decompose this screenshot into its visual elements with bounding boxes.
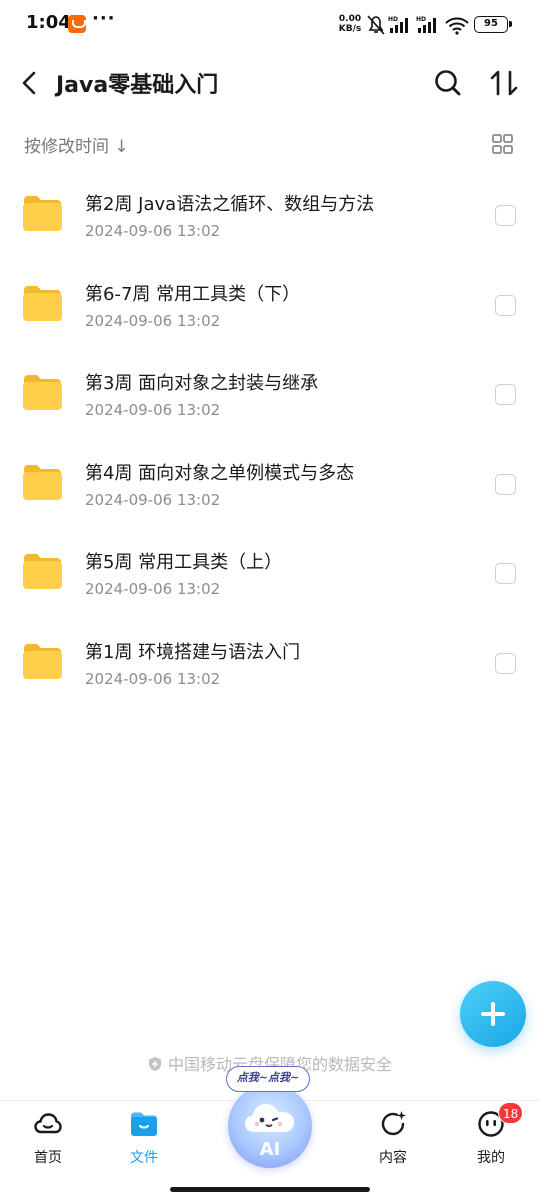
notification-badge: 18 (498, 1102, 524, 1124)
list-item[interactable]: 第6-7周 常用工具类（下） 2024-09-06 13:02 (0, 260, 540, 350)
file-name: 第5周 常用工具类（上） (85, 552, 283, 573)
select-checkbox[interactable] (495, 563, 516, 584)
grid-view-icon[interactable] (491, 132, 515, 156)
folder-files-icon (131, 1112, 157, 1136)
folder-icon (23, 644, 62, 679)
select-checkbox[interactable] (495, 295, 516, 316)
signal-icon: HD (388, 16, 408, 33)
file-name: 第1周 环境搭建与语法入门 (85, 642, 301, 663)
nav-mine[interactable]: 我的 18 (451, 1102, 531, 1173)
file-name: 第6-7周 常用工具类（下） (85, 284, 301, 305)
sort-by-modified-time-button[interactable]: 按修改时间 ↓ (24, 132, 129, 157)
mute-bell-icon (367, 15, 385, 35)
network-speed: 0.00 KB/s (336, 14, 364, 34)
folder-icon (23, 554, 62, 589)
page-title: Java零基础入门 (56, 73, 219, 98)
folder-icon (23, 375, 62, 410)
shield-icon (148, 1057, 161, 1071)
status-bar: 1:04 ··· 0.00 KB/s HD HD 95 (0, 0, 540, 50)
back-icon[interactable] (14, 65, 44, 101)
file-name: 第4周 面向对象之单例模式与多态 (85, 463, 355, 484)
header: Java零基础入门 (0, 55, 540, 111)
sort-icon[interactable] (488, 67, 522, 99)
wifi-icon (445, 17, 469, 35)
content-refresh-icon (381, 1111, 406, 1136)
file-name: 第2周 Java语法之循环、数组与方法 (85, 194, 375, 215)
nav-files-label: 文件 (130, 1150, 158, 1166)
status-icons: HD HD (367, 15, 469, 35)
file-name: 第3周 面向对象之封装与继承 (85, 373, 319, 394)
ai-assistant-button[interactable]: AI 点我~点我~ (222, 1066, 318, 1172)
nav-files[interactable]: 文件 (104, 1109, 184, 1173)
folder-icon (23, 286, 62, 321)
folder-icon (23, 465, 62, 500)
file-date: 2024-09-06 13:02 (85, 222, 221, 240)
network-label-2: HD (416, 16, 426, 23)
file-date: 2024-09-06 13:02 (85, 491, 221, 509)
ai-label: AI (259, 1139, 281, 1160)
signal-icon: HD (416, 16, 436, 33)
ai-bubble[interactable]: 点我~点我~ (226, 1066, 310, 1092)
network-speed-value: 0.00 (338, 14, 362, 24)
list-item[interactable]: 第5周 常用工具类（上） 2024-09-06 13:02 (0, 528, 540, 618)
network-label-1: HD (388, 16, 398, 23)
file-date: 2024-09-06 13:02 (85, 312, 221, 330)
select-checkbox[interactable] (495, 384, 516, 405)
file-date: 2024-09-06 13:02 (85, 670, 221, 688)
file-date: 2024-09-06 13:02 (85, 401, 221, 419)
list-item[interactable]: 第1周 环境搭建与语法入门 2024-09-06 13:02 (0, 618, 540, 708)
nav-mine-label: 我的 (477, 1150, 505, 1166)
nav-home[interactable]: 首页 (8, 1109, 88, 1173)
list-item[interactable]: 第3周 面向对象之封装与继承 2024-09-06 13:02 (0, 349, 540, 439)
add-button[interactable] (460, 981, 526, 1047)
folder-icon (23, 196, 62, 231)
network-speed-unit: KB/s (338, 24, 362, 34)
list-item[interactable]: 第4周 面向对象之单例模式与多态 2024-09-06 13:02 (0, 439, 540, 529)
cloud-home-icon (34, 1113, 62, 1134)
sort-bar: 按修改时间 ↓ (0, 125, 540, 161)
ai-cloud-mascot-icon (245, 1104, 294, 1132)
select-checkbox[interactable] (495, 653, 516, 674)
select-checkbox[interactable] (495, 205, 516, 226)
taobao-app-icon (68, 15, 86, 33)
more-dots-icon: ··· (92, 8, 116, 29)
status-time: 1:04 (26, 12, 71, 33)
home-indicator (170, 1187, 370, 1192)
ai-avatar[interactable]: AI (228, 1084, 312, 1168)
nav-content[interactable]: 内容 (353, 1109, 433, 1173)
select-checkbox[interactable] (495, 474, 516, 495)
file-date: 2024-09-06 13:02 (85, 580, 221, 598)
battery-icon: 95 (474, 16, 512, 33)
list-item[interactable]: 第2周 Java语法之循环、数组与方法 2024-09-06 13:02 (0, 170, 540, 260)
search-icon[interactable] (432, 67, 464, 99)
nav-content-label: 内容 (379, 1150, 407, 1166)
nav-home-label: 首页 (34, 1150, 62, 1166)
